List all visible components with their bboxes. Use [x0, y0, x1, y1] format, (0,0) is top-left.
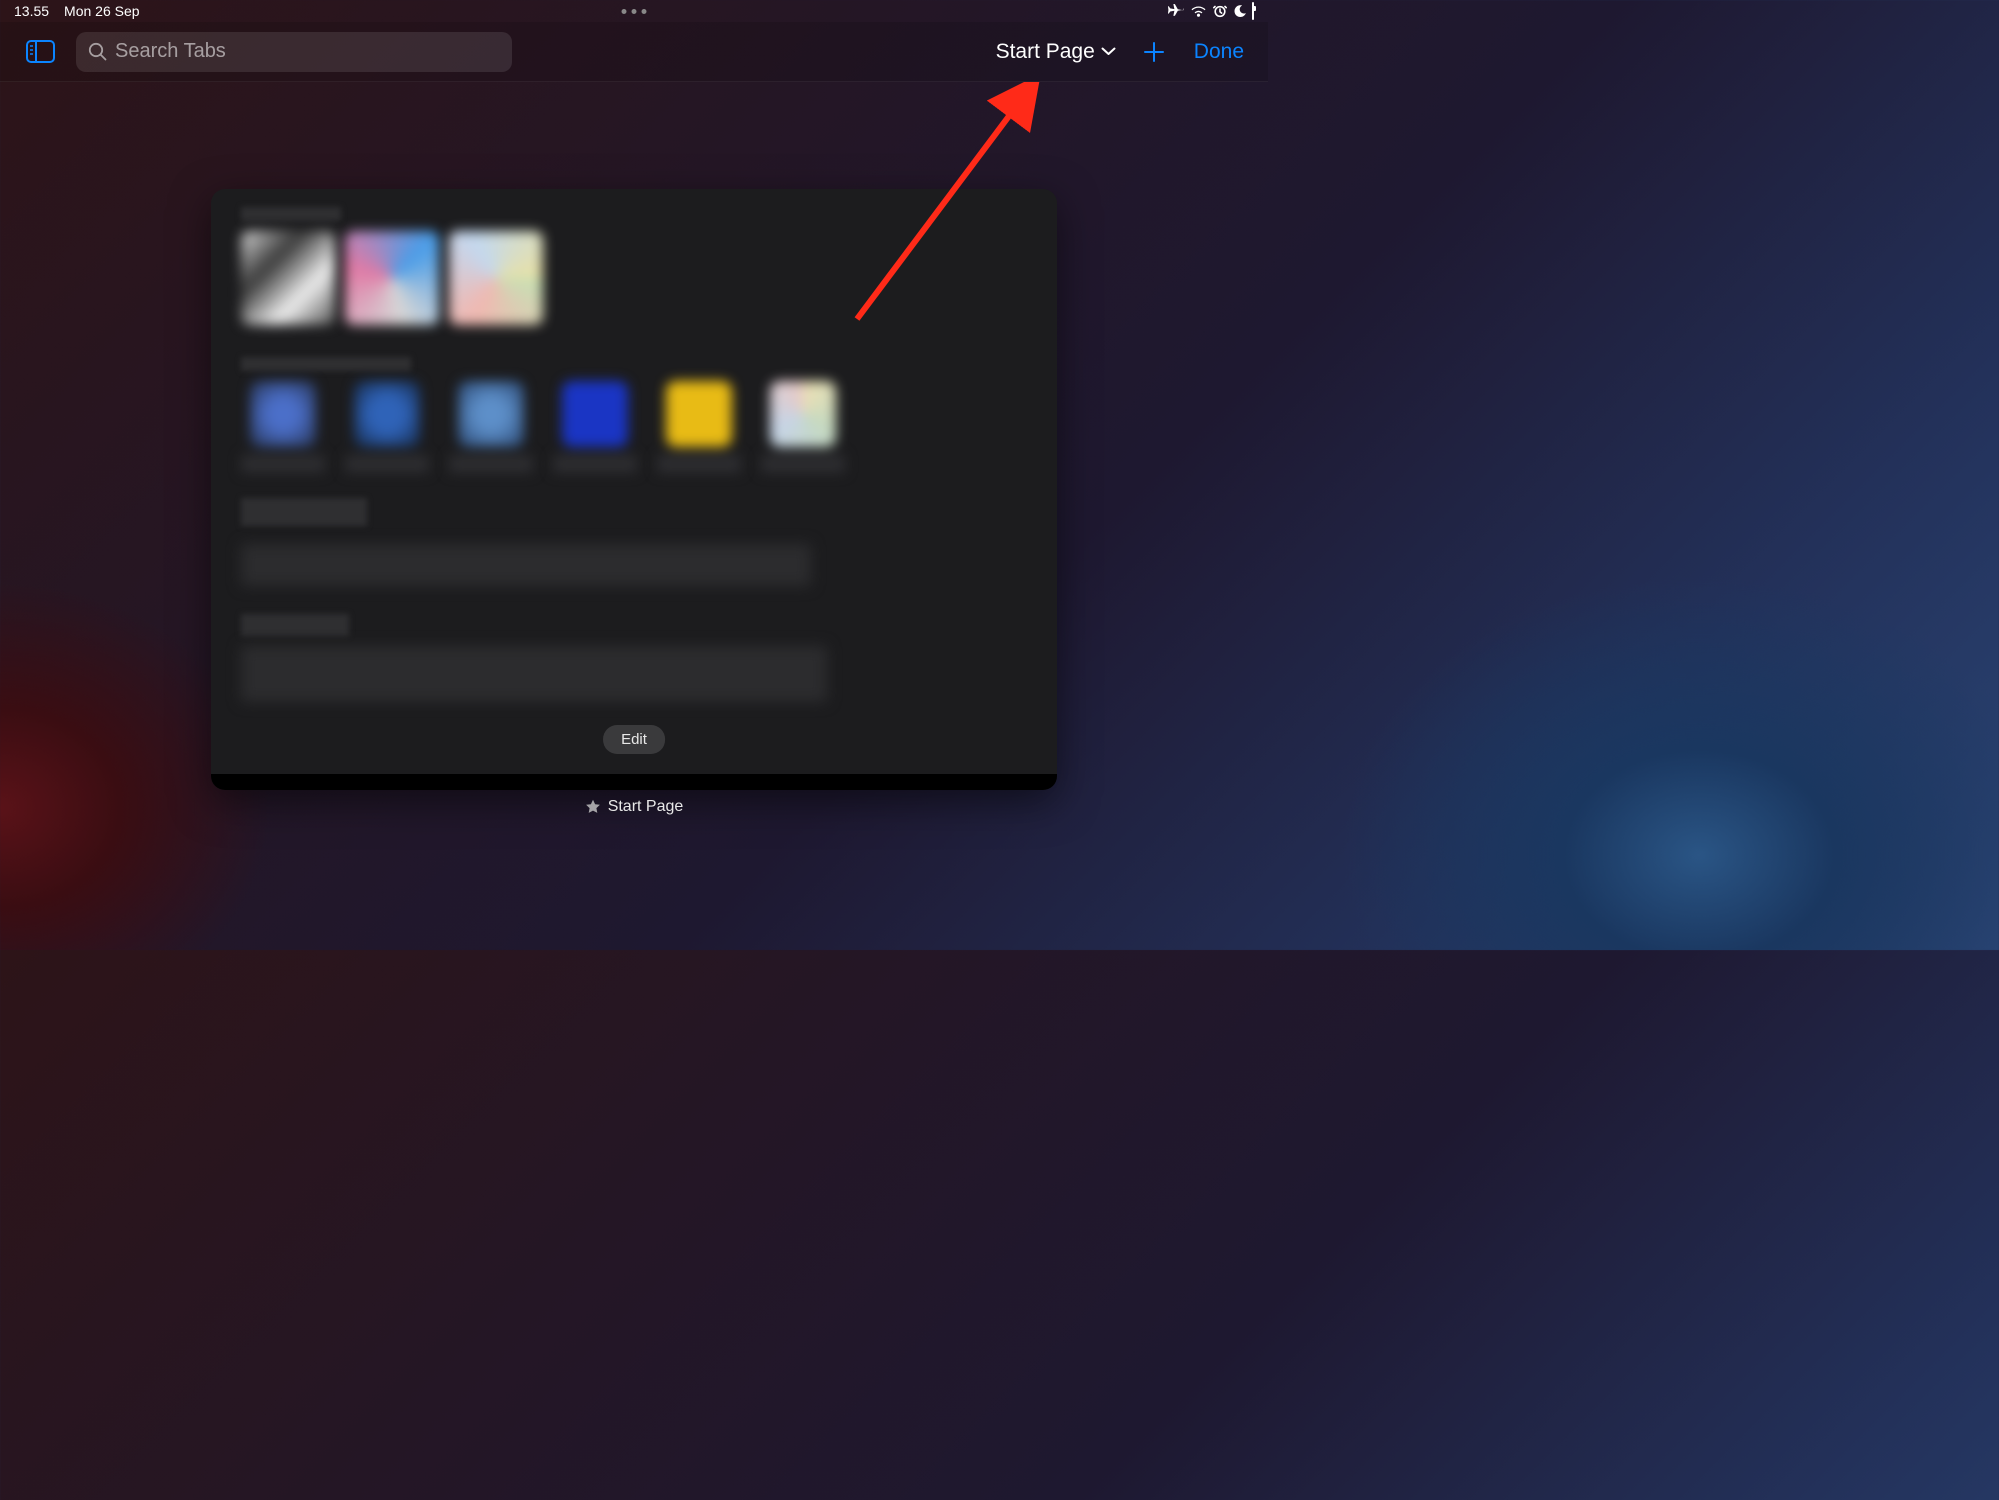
frequent-tile-obscured [553, 381, 637, 473]
row-heading-obscured [241, 357, 411, 371]
frequent-tile-obscured [241, 381, 325, 473]
favorite-tile-obscured [241, 231, 335, 325]
tab-group-label: Start Page [996, 40, 1095, 64]
frequent-tile-obscured [657, 381, 741, 473]
multitask-dots[interactable] [622, 9, 647, 14]
content-row-obscured [241, 544, 811, 586]
row-heading-obscured [241, 614, 349, 636]
tab-group-dropdown[interactable]: Start Page [996, 40, 1116, 64]
status-bar: 13.55 Mon 26 Sep [0, 0, 1268, 22]
chevron-down-icon [1101, 47, 1116, 56]
tab-caption: Start Page [211, 798, 1057, 816]
search-field-wrap[interactable] [76, 32, 512, 72]
search-input[interactable] [115, 40, 500, 63]
battery-icon [1252, 3, 1254, 19]
status-date: Mon 26 Sep [64, 3, 140, 19]
moon-icon [1233, 5, 1246, 18]
wifi-icon [1190, 5, 1207, 18]
new-tab-button[interactable] [1134, 32, 1174, 72]
airplane-icon [1168, 4, 1184, 18]
plus-icon [1142, 40, 1166, 64]
search-icon [88, 42, 107, 61]
favorite-tile-obscured [449, 231, 543, 325]
alarm-icon [1213, 4, 1227, 18]
frequent-tile-obscured [449, 381, 533, 473]
star-icon [585, 799, 601, 815]
frequent-tile-obscured [761, 381, 845, 473]
status-time: 13.55 [14, 3, 49, 19]
toolbar: Start Page Done [0, 22, 1268, 82]
status-right [1168, 3, 1254, 19]
tab-preview-card[interactable]: Edit [211, 189, 1057, 790]
done-button[interactable]: Done [1192, 36, 1246, 68]
sidebar-toggle-button[interactable] [22, 34, 58, 70]
favorite-tile-obscured [345, 231, 439, 325]
frequent-tile-obscured [345, 381, 429, 473]
row-heading-obscured [241, 207, 341, 221]
content-row-obscured [241, 646, 827, 702]
row-heading-obscured [241, 498, 367, 526]
edit-button[interactable]: Edit [603, 725, 665, 754]
tab-caption-text: Start Page [608, 798, 684, 816]
